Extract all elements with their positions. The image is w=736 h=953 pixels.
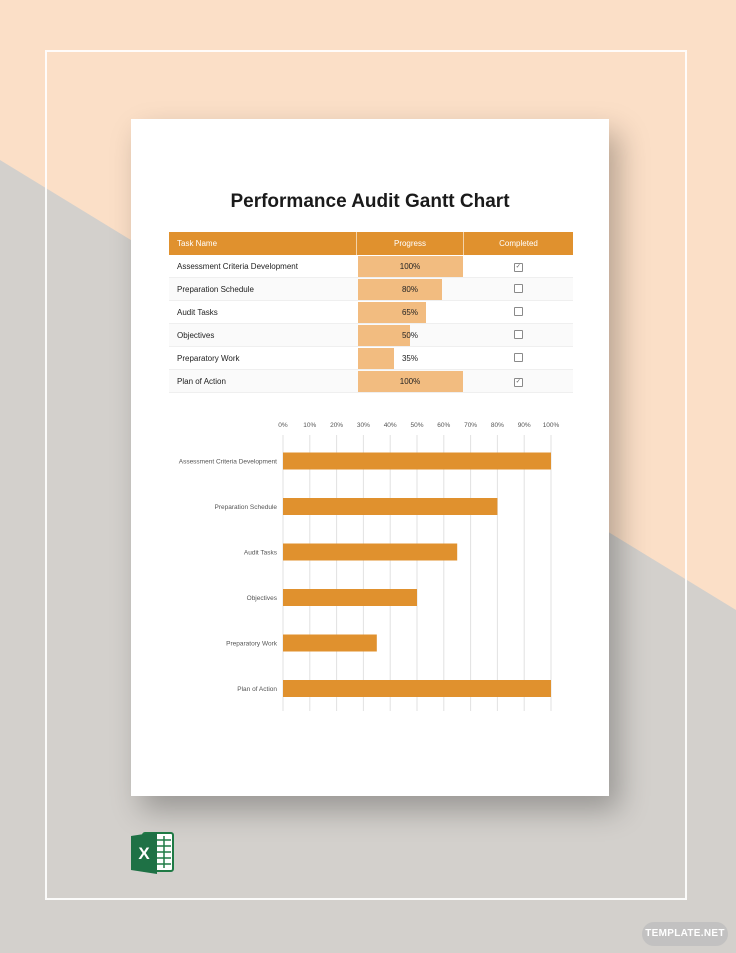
completed-cell: ✓ — [463, 255, 573, 278]
category-label: Preparation Schedule — [214, 504, 277, 511]
table-row: Preparation Schedule 80% — [169, 277, 573, 301]
task-name-cell: Assessment Criteria Development — [169, 255, 357, 278]
category-label: Objectives — [247, 595, 278, 602]
category-label: Audit Tasks — [244, 550, 278, 557]
completed-cell — [463, 323, 573, 347]
header-completed: Completed — [463, 232, 573, 255]
table-row: Audit Tasks 65% — [169, 300, 573, 324]
table-header-row: Task Name Progress Completed — [169, 232, 573, 255]
progress-cell: 35% — [356, 346, 464, 370]
progress-label: 50% — [401, 330, 418, 340]
table-row: Preparatory Work 35% — [169, 346, 573, 370]
x-tick-label: 20% — [330, 422, 343, 429]
progress-cell: 100% — [356, 255, 464, 278]
table-row: Objectives 50% — [169, 323, 573, 347]
x-tick-label: 10% — [303, 422, 316, 429]
x-tick-label: 60% — [437, 422, 450, 429]
x-tick-label: 50% — [410, 422, 423, 429]
category-label: Plan of Action — [237, 686, 277, 693]
completed-cell — [463, 346, 573, 370]
checkbox-checked[interactable]: ✓ — [513, 377, 523, 387]
excel-icon: X — [131, 832, 174, 874]
progress-cell: 50% — [356, 323, 464, 347]
task-name-cell: Objectives — [169, 323, 357, 347]
table-row: Plan of Action 100% ✓ — [169, 369, 573, 393]
progress-label: 100% — [399, 261, 421, 271]
checkbox-unchecked[interactable] — [513, 329, 523, 339]
bar — [283, 543, 458, 561]
x-tick-label: 100% — [543, 422, 560, 429]
x-tick-label: 40% — [384, 422, 397, 429]
header-progress: Progress — [356, 232, 464, 255]
task-name-cell: Plan of Action — [169, 369, 357, 393]
checkbox-unchecked[interactable] — [513, 283, 523, 293]
checkbox-checked[interactable]: ✓ — [513, 262, 523, 272]
bar — [283, 680, 551, 697]
progress-label: 35% — [401, 353, 418, 363]
page-title: Performance Audit Gantt Chart — [230, 191, 510, 212]
x-tick-label: 90% — [518, 422, 531, 429]
category-label: Assessment Criteria Development — [179, 459, 277, 466]
header-task-name: Task Name — [169, 232, 357, 255]
x-tick-label: 30% — [357, 422, 370, 429]
progress-cell: 65% — [356, 300, 464, 324]
gantt-bar-chart: 0% 10% 20% 30% 40% 50% 60% 70% 80% 90% 100% Assessm… — [179, 422, 560, 711]
excel-icon-letter: X — [138, 844, 150, 863]
bar — [283, 634, 377, 652]
completed-cell — [463, 277, 573, 301]
category-label: Preparatory Work — [226, 641, 278, 648]
x-tick-label: 70% — [464, 422, 477, 429]
progress-cell: 80% — [356, 277, 464, 301]
template-net-badge: TEMPLATE.NET — [642, 922, 728, 946]
document-page: Performance Audit Gantt Chart Task Name … — [131, 119, 609, 796]
task-name-cell: Preparation Schedule — [169, 277, 357, 301]
checkbox-unchecked[interactable] — [513, 306, 523, 316]
task-table: Task Name Progress Completed Assessment … — [169, 232, 573, 393]
progress-label: 65% — [401, 307, 418, 317]
checkbox-unchecked[interactable] — [513, 352, 523, 362]
task-name-cell: Preparatory Work — [169, 346, 357, 370]
completed-cell — [463, 300, 573, 324]
bar — [283, 498, 498, 515]
x-tick-label: 80% — [491, 422, 504, 429]
table-row: Assessment Criteria Development 100% ✓ — [169, 255, 573, 278]
progress-label: 100% — [399, 376, 421, 386]
task-table-body: Assessment Criteria Development 100% ✓ Prep… — [169, 255, 573, 393]
progress-cell: 100% — [356, 369, 464, 393]
task-name-cell: Audit Tasks — [169, 300, 357, 324]
completed-cell: ✓ — [463, 369, 573, 393]
bar — [283, 452, 551, 470]
bar — [283, 589, 417, 606]
progress-label: 80% — [401, 284, 418, 294]
x-tick-label: 0% — [278, 422, 288, 429]
